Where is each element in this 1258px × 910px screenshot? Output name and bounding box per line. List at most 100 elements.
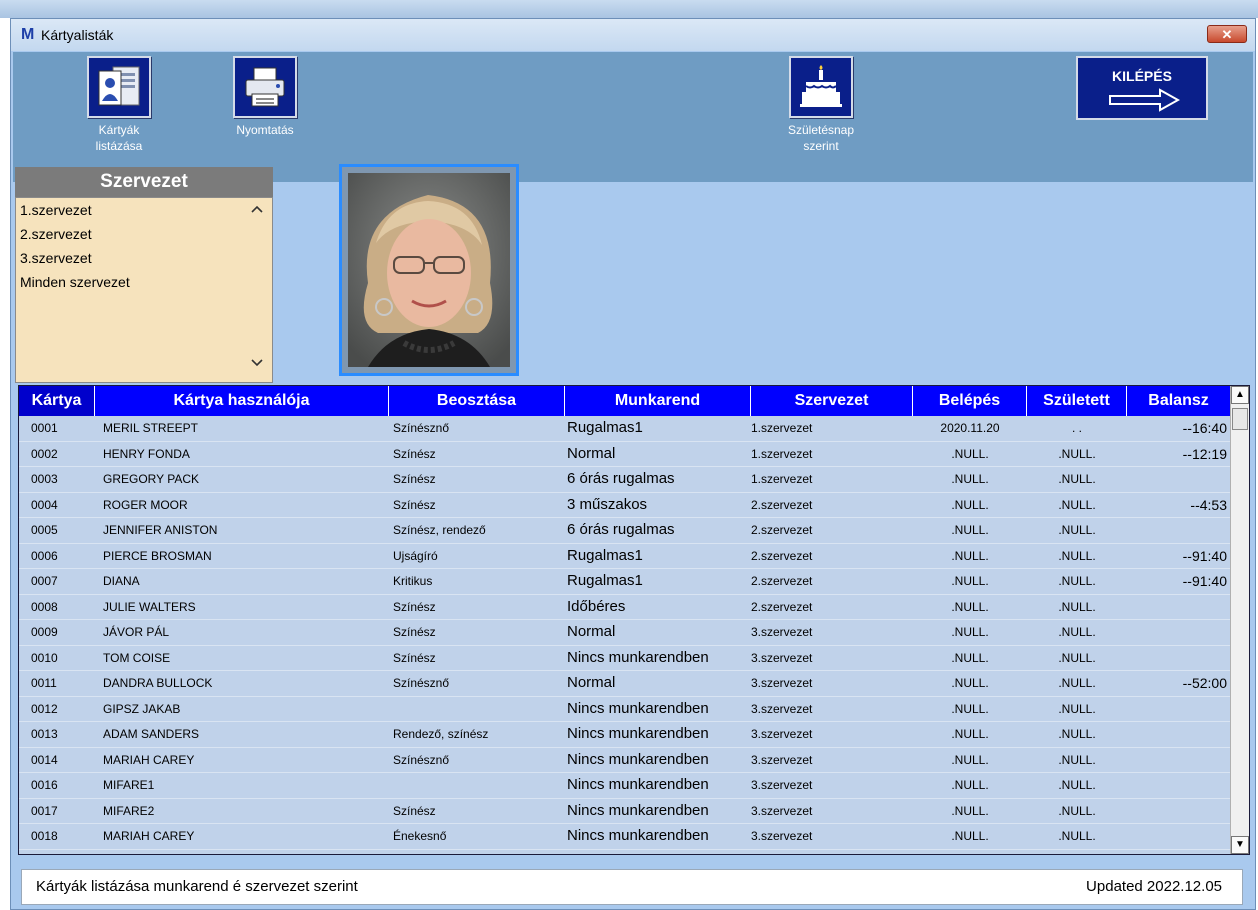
cell-card: 0011: [31, 676, 57, 690]
table-row[interactable]: 0007 DIANA Kritikus Rugalmas1 2.szervezet .NU…: [19, 569, 1231, 595]
cell-organization: 3.szervezet: [751, 701, 813, 716]
cell-schedule: Rugalmas1: [567, 572, 643, 589]
table-row[interactable]: 0002 HENRY FONDA Színész Normal 1.szervezet.…: [19, 442, 1231, 467]
table-row[interactable]: 0016 MIFARE1 Nincs munkarendben 3.szervezet…: [19, 773, 1231, 799]
cell-born: .NULL.: [1058, 497, 1096, 512]
table-row[interactable]: 0005 JENNIFER ANISTON Színész, rendező 6 ór…: [19, 518, 1231, 544]
cell-user: MIFARE1: [103, 778, 155, 792]
card-holder-photo: [339, 164, 519, 376]
cell-entry: .NULL.: [951, 803, 989, 818]
cell-born: .NULL.: [1058, 625, 1096, 639]
cell-born: .NULL.: [1058, 548, 1096, 563]
table-row[interactable]: 0004 ROGER MOOR Színész 3 műszakos 2.szervez…: [19, 493, 1231, 518]
table-row[interactable]: 0003 GREGORY PACK Színész 6 órás rugalmas 1.…: [19, 467, 1231, 493]
cell-schedule: Nincs munkarendben: [567, 801, 709, 819]
table-row[interactable]: 0001 MERIL STREEPT Színésznő Rugalmas1 1.sze…: [19, 416, 1231, 442]
table-row[interactable]: 0011 DANDRA BULLOCK Színésznő Normal 3.szerv…: [19, 671, 1231, 697]
cell-schedule: Normal: [567, 623, 616, 640]
cell-organization: 3.szervezet: [751, 829, 813, 843]
cell-organization: 3.szervezet: [751, 650, 813, 665]
cell-schedule: Nincs munkarendben: [567, 648, 709, 666]
organization-scrollbar[interactable]: [244, 198, 272, 382]
scroll-down-icon[interactable]: ▼: [1231, 836, 1249, 854]
cell-balance: [1127, 697, 1231, 722]
cell-balance: --12:19: [1182, 445, 1227, 462]
table-row[interactable]: 0010 TOM COISE Színész Nincs munkarendben 3.…: [19, 646, 1231, 671]
cell-card: 0018: [31, 829, 58, 843]
table-row[interactable]: 0009 JÁVOR PÁL Színész Normal 3.szervezet .NU…: [19, 620, 1231, 646]
cell-entry: .NULL.: [951, 752, 989, 767]
cell-user: DIANA: [103, 574, 140, 588]
table-row[interactable]: 0014 MARIAH CAREY Színésznő Nincs munkarend…: [19, 748, 1231, 773]
cell-organization: 3.szervezet: [751, 803, 813, 818]
close-button[interactable]: ✕: [1207, 25, 1247, 43]
cell-born: .NULL.: [1058, 599, 1096, 614]
cell-entry: .NULL.: [951, 523, 989, 537]
cell-entry: .NULL.: [951, 497, 989, 512]
table-header: Kártya Kártya használója Beosztása Munka…: [19, 386, 1231, 416]
birthday-label-2: szerint: [803, 139, 839, 153]
col-header-entry[interactable]: Belépés: [913, 386, 1027, 416]
list-cards-button[interactable]: Kártyák listázása: [77, 56, 161, 154]
scroll-down-icon[interactable]: [250, 358, 264, 368]
cell-balance: --91:40: [1182, 547, 1227, 564]
cell-balance: --52:00: [1182, 675, 1227, 691]
cell-user: GREGORY PACK: [103, 472, 200, 486]
cell-position: Színész: [393, 599, 436, 614]
cell-card: 0013: [31, 727, 58, 741]
org-item-all[interactable]: Minden szervezet: [16, 270, 272, 294]
table-scrollbar[interactable]: ▲ ▼: [1230, 386, 1249, 854]
cell-card: 0002: [31, 446, 58, 461]
org-item-3[interactable]: 3.szervezet: [16, 246, 272, 270]
scroll-up-icon[interactable]: ▲: [1231, 386, 1249, 404]
table-row[interactable]: 0013 ADAM SANDERS Rendező, színész Nincs mu…: [19, 722, 1231, 748]
org-item-1[interactable]: 1.szervezet: [16, 198, 272, 222]
cell-balance: [1127, 467, 1231, 492]
scroll-thumb[interactable]: [1232, 408, 1248, 430]
cell-position: Színész: [393, 472, 436, 486]
birthday-button[interactable]: Születésnap szerint: [769, 56, 873, 154]
table-row[interactable]: 0017 MIFARE2 Színész Nincs munkarendben 3.sz…: [19, 799, 1231, 824]
col-header-position[interactable]: Beosztása: [389, 386, 565, 416]
cell-organization: 2.szervezet: [751, 548, 813, 563]
cell-entry: .NULL.: [951, 676, 989, 690]
table-row[interactable]: 0006 PIERCE BROSMAN Ujságíró Rugalmas1 2.sze…: [19, 544, 1231, 569]
col-header-balance[interactable]: Balansz: [1127, 386, 1231, 416]
window-title: Kártyalisták: [41, 27, 114, 43]
cell-balance: [1127, 620, 1231, 645]
cell-card: 0001: [31, 421, 58, 435]
print-button[interactable]: Nyomtatás: [223, 56, 307, 138]
birthday-label-1: Születésnap: [787, 123, 855, 137]
cell-balance: [1127, 646, 1231, 671]
cell-born: .NULL.: [1058, 829, 1096, 843]
scroll-up-icon[interactable]: [250, 204, 264, 214]
cell-organization: 1.szervezet: [751, 446, 813, 461]
org-item-2[interactable]: 2.szervezet: [16, 222, 272, 246]
table-row[interactable]: 0018 MARIAH CAREY Énekesnő Nincs munkarendb…: [19, 824, 1231, 850]
arrow-right-icon: [1109, 88, 1180, 112]
table-row[interactable]: 0008 JULIE WALTERS Színész Időbéres 2.szerve…: [19, 595, 1231, 620]
cell-organization: 3.szervezet: [751, 778, 813, 792]
cell-organization: 2.szervezet: [751, 523, 813, 537]
cell-user: TOM COISE: [103, 650, 171, 665]
cell-organization: 2.szervezet: [751, 497, 813, 512]
cell-card: 0006: [31, 548, 58, 563]
col-header-schedule[interactable]: Munkarend: [565, 386, 751, 416]
status-description: Kártyák listázása munkarend é szervezet …: [36, 878, 358, 895]
cell-user: MARIAH CAREY: [103, 752, 195, 767]
col-header-user[interactable]: Kártya használója: [95, 386, 389, 416]
organization-panel: Szervezet 1.szervezet 2.szervezet 3.szer…: [15, 167, 273, 383]
table-row[interactable]: 0012 GIPSZ JAKAB Nincs munkarendben 3.szerv…: [19, 697, 1231, 722]
col-header-card[interactable]: Kártya: [19, 386, 95, 416]
cell-card: 0007: [31, 574, 58, 588]
cell-position: Színész: [393, 446, 436, 461]
cell-card: 0016: [31, 778, 58, 792]
cell-user: MARIAH CAREY: [103, 829, 195, 843]
col-header-organization[interactable]: Szervezet: [751, 386, 913, 416]
cell-schedule: Nincs munkarendben: [567, 750, 709, 768]
cell-card: 0010: [31, 650, 58, 665]
list-cards-label-2: listázása: [95, 139, 143, 153]
exit-button[interactable]: KILÉPÉS: [1076, 56, 1208, 120]
organization-list[interactable]: 1.szervezet 2.szervezet 3.szervezet Mind…: [15, 197, 273, 383]
col-header-born[interactable]: Született: [1027, 386, 1127, 416]
